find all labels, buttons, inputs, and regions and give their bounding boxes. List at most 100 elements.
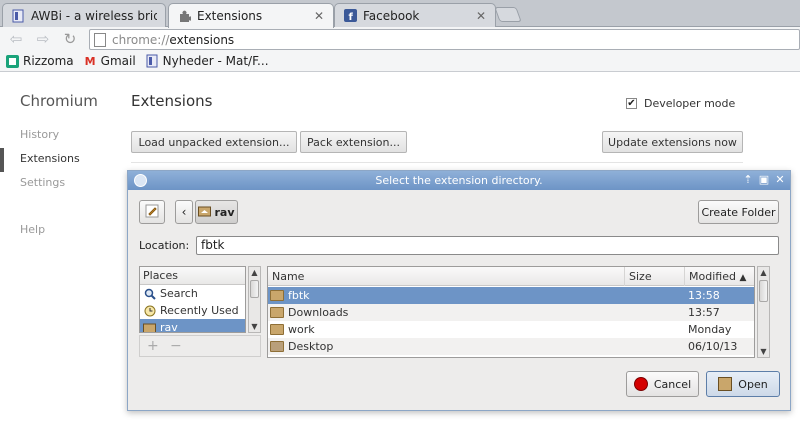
bookmark-gmail[interactable]: M Gmail bbox=[84, 54, 136, 68]
pencil-icon bbox=[144, 203, 160, 222]
cancel-button[interactable]: Cancel bbox=[626, 371, 699, 397]
file-row[interactable]: Downloads 13:57 bbox=[268, 304, 754, 321]
file-row[interactable]: work Monday bbox=[268, 321, 754, 338]
close-icon[interactable]: ✕ bbox=[475, 9, 487, 23]
facebook-icon: f bbox=[343, 9, 357, 23]
address-bar[interactable]: chrome://extensions bbox=[89, 29, 800, 50]
tab-facebook[interactable]: f Facebook ✕ bbox=[334, 3, 496, 27]
scroll-down-icon[interactable]: ▼ bbox=[758, 346, 769, 357]
svg-text:f: f bbox=[348, 12, 353, 22]
close-icon[interactable]: ✕ bbox=[774, 173, 786, 186]
file-modified: 06/10/13 bbox=[688, 340, 738, 353]
sidebar-item-settings[interactable]: Settings bbox=[20, 176, 65, 189]
place-label: Search bbox=[160, 287, 198, 300]
path-back-button[interactable]: ‹ bbox=[175, 200, 193, 224]
pack-extension-button[interactable]: Pack extension... bbox=[300, 131, 407, 153]
update-extensions-button[interactable]: Update extensions now bbox=[602, 131, 743, 153]
place-home[interactable]: rav bbox=[140, 319, 245, 333]
tab-title: Extensions bbox=[197, 9, 263, 23]
remove-bookmark-icon[interactable]: − bbox=[170, 338, 182, 354]
rizzoma-icon bbox=[6, 54, 19, 68]
tab-title: AWBi - a wireless bridge bbox=[31, 8, 157, 23]
places-pane: Places Search Recently Used rav bbox=[139, 266, 246, 333]
bookmark-rizzoma[interactable]: Rizzoma bbox=[6, 54, 74, 68]
sidebar-item-history[interactable]: History bbox=[20, 128, 59, 141]
open-button[interactable]: Open bbox=[706, 371, 780, 397]
developer-mode-toggle[interactable]: ✔ Developer mode bbox=[626, 97, 735, 110]
scroll-down-icon[interactable]: ▼ bbox=[249, 321, 260, 332]
tab-strip: AWBi - a wireless bridge Extensions ✕ f … bbox=[0, 0, 800, 28]
places-header[interactable]: Places bbox=[140, 267, 245, 285]
forward-icon[interactable]: ⇨ bbox=[34, 30, 52, 48]
column-name[interactable]: Name bbox=[268, 267, 625, 286]
place-label: Recently Used bbox=[160, 304, 239, 317]
sidebar-item-help[interactable]: Help bbox=[20, 223, 45, 236]
column-size[interactable]: Size bbox=[625, 267, 685, 286]
file-modified: 13:57 bbox=[688, 306, 720, 319]
scroll-up-icon[interactable]: ▲ bbox=[249, 267, 260, 278]
bookmark-label: Nyheder - Mat/F... bbox=[162, 54, 269, 68]
path-button-rav[interactable]: rav bbox=[195, 200, 238, 224]
reload-icon[interactable]: ↻ bbox=[61, 30, 79, 48]
file-name: Desktop bbox=[288, 340, 334, 353]
bookmark-nyheder[interactable]: Nyheder - Mat/F... bbox=[146, 54, 269, 68]
location-label: Location: bbox=[139, 239, 190, 252]
cancel-icon bbox=[633, 377, 648, 391]
place-label: rav bbox=[160, 321, 178, 333]
file-row[interactable]: Desktop 06/10/13 bbox=[268, 338, 754, 355]
chevron-left-icon: ‹ bbox=[181, 205, 187, 219]
place-recently-used[interactable]: Recently Used bbox=[140, 302, 245, 319]
file-modified: Monday bbox=[688, 323, 732, 336]
tab-extensions[interactable]: Extensions ✕ bbox=[168, 3, 334, 28]
file-modified: 13:58 bbox=[688, 289, 720, 302]
file-list-scrollbar[interactable]: ▲ ▼ bbox=[757, 266, 770, 358]
location-input[interactable]: fbtk bbox=[196, 236, 779, 255]
folder-icon bbox=[270, 307, 284, 318]
dialog-titlebar: Select the extension directory. ⇡ ▣ ✕ bbox=[128, 171, 790, 190]
address-scheme: chrome:// bbox=[112, 32, 170, 47]
toolbar: ⇦ ⇨ ↻ chrome://extensions bbox=[0, 27, 800, 51]
file-name: fbtk bbox=[288, 289, 310, 302]
places-scrollbar[interactable]: ▲ ▼ bbox=[248, 266, 261, 333]
desktop-folder-icon bbox=[270, 341, 284, 352]
tab-title: Facebook bbox=[363, 8, 420, 23]
gmail-icon: M bbox=[84, 54, 96, 68]
dialog-title: Select the extension directory. bbox=[375, 174, 543, 187]
sidebar-item-extensions[interactable]: Extensions bbox=[20, 152, 80, 165]
checkbox-checked-icon[interactable]: ✔ bbox=[626, 98, 637, 109]
scroll-thumb[interactable] bbox=[250, 280, 259, 298]
page-icon bbox=[146, 54, 159, 68]
divider bbox=[131, 162, 743, 163]
home-folder-icon bbox=[198, 205, 212, 220]
restore-icon[interactable]: ▣ bbox=[758, 173, 770, 186]
maximize-icon[interactable]: ⇡ bbox=[742, 173, 754, 186]
scroll-thumb[interactable] bbox=[759, 280, 768, 302]
bookmarks-bar: Rizzoma M Gmail Nyheder - Mat/F... bbox=[0, 51, 800, 72]
close-icon[interactable]: ✕ bbox=[313, 9, 325, 23]
load-unpacked-button[interactable]: Load unpacked extension... bbox=[131, 131, 297, 153]
file-name: Downloads bbox=[288, 306, 349, 319]
type-location-button[interactable] bbox=[139, 200, 165, 224]
folder-icon bbox=[270, 290, 284, 301]
add-bookmark-icon[interactable]: + bbox=[147, 338, 159, 354]
file-list-header: Name Size Modified ▲ bbox=[268, 267, 754, 286]
create-folder-button[interactable]: Create Folder bbox=[698, 200, 779, 224]
new-tab-button[interactable] bbox=[494, 7, 522, 22]
clock-icon bbox=[143, 304, 156, 317]
page-icon bbox=[11, 9, 25, 23]
home-folder-icon bbox=[143, 321, 156, 332]
brand-title: Chromium bbox=[20, 92, 98, 110]
file-row[interactable]: fbtk 13:58 bbox=[268, 287, 754, 304]
column-modified[interactable]: Modified ▲ bbox=[685, 267, 754, 286]
back-icon[interactable]: ⇦ bbox=[7, 30, 25, 48]
scroll-up-icon[interactable]: ▲ bbox=[758, 267, 769, 278]
address-path: extensions bbox=[169, 32, 235, 47]
puzzle-icon bbox=[177, 9, 191, 23]
tab-awbi[interactable]: AWBi - a wireless bridge bbox=[2, 3, 166, 27]
bookmark-label: Rizzoma bbox=[23, 54, 74, 68]
open-folder-icon bbox=[718, 377, 733, 391]
place-search[interactable]: Search bbox=[140, 285, 245, 302]
selected-marker bbox=[0, 148, 4, 172]
file-chooser-dialog: Select the extension directory. ⇡ ▣ ✕ ‹ … bbox=[127, 170, 791, 411]
cancel-label: Cancel bbox=[653, 377, 692, 391]
